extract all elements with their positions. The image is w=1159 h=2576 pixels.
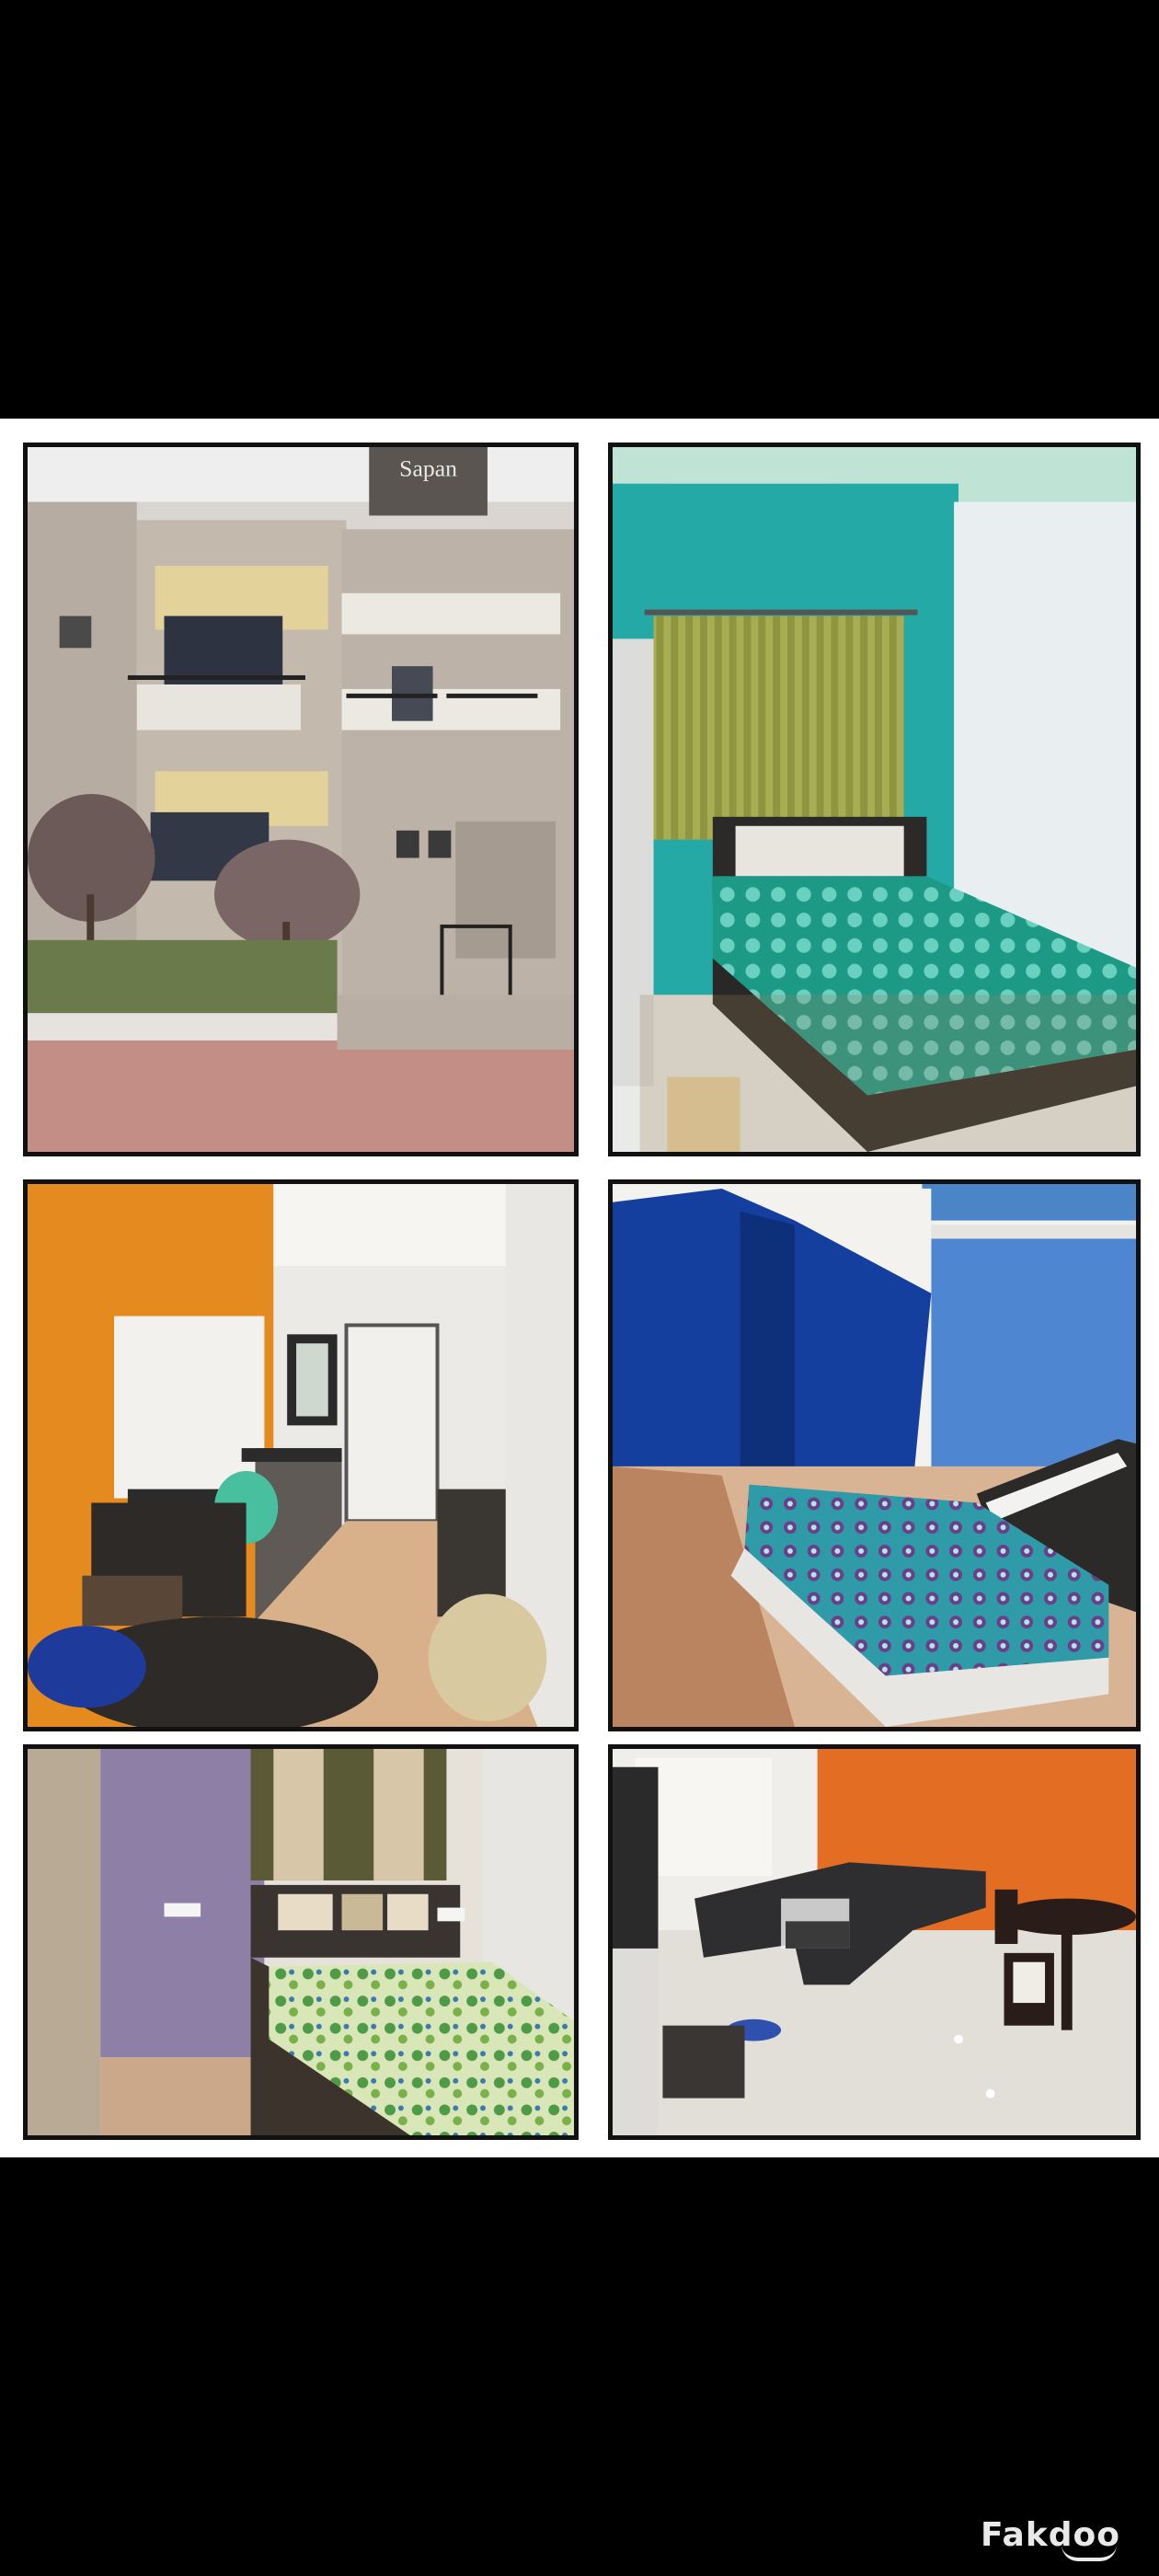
building-sign-text: Sapan bbox=[399, 455, 457, 482]
living-room-image bbox=[613, 1749, 1136, 2135]
bedroom-floral-image bbox=[28, 1749, 574, 2135]
kitchen-dining-image bbox=[28, 1184, 574, 1727]
photo-collage: Sapan bbox=[0, 419, 1159, 2157]
bedroom-blue-photo[interactable] bbox=[608, 1179, 1141, 1731]
building-exterior-image: Sapan bbox=[28, 447, 574, 1152]
kitchen-dining-photo[interactable] bbox=[23, 1179, 579, 1731]
bedroom-teal-image bbox=[613, 447, 1136, 1152]
living-room-photo[interactable] bbox=[608, 1744, 1141, 2140]
building-exterior-photo[interactable]: Sapan bbox=[23, 443, 579, 1156]
bedroom-floral-photo[interactable] bbox=[23, 1744, 579, 2140]
bedroom-blue-image bbox=[613, 1184, 1136, 1727]
watermark-smile-mark bbox=[1061, 2545, 1117, 2561]
bedroom-teal-photo[interactable] bbox=[608, 443, 1141, 1156]
